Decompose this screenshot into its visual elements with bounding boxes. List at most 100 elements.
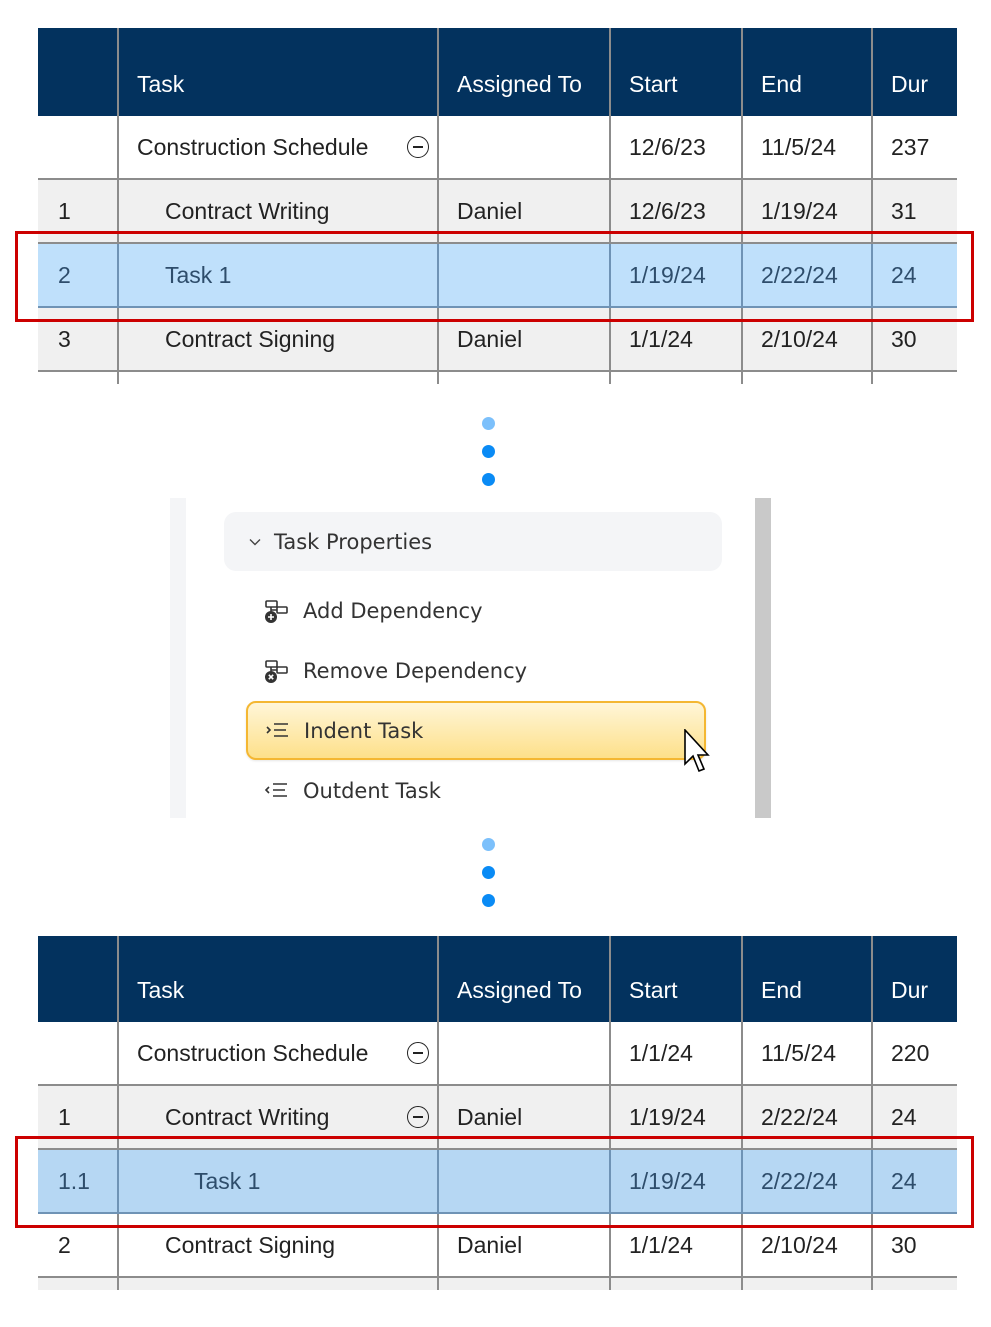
dur-cell[interactable]: 31	[872, 179, 957, 244]
task-cell[interactable]: Task 1	[118, 242, 439, 308]
task-cell[interactable]: Construction Schedule	[118, 116, 439, 180]
row-id	[38, 116, 119, 180]
collapse-icon[interactable]	[407, 1042, 429, 1064]
stub-cell	[438, 1277, 611, 1290]
column-header-id[interactable]	[38, 936, 119, 1022]
assigned-cell[interactable]: Daniel	[438, 307, 611, 372]
indent-icon	[266, 722, 288, 737]
table-row-selected[interactable]: 1.1 Task 1 1/19/24 2/22/24 24	[38, 1148, 957, 1214]
end-cell[interactable]: 1/19/24	[742, 179, 873, 244]
mouse-cursor-icon	[684, 729, 710, 773]
start-cell[interactable]: 1/1/24	[610, 307, 743, 372]
dur-cell[interactable]: 237	[872, 116, 957, 180]
task-cell[interactable]: Task 1	[118, 1148, 439, 1214]
end-cell[interactable]: 2/10/24	[742, 307, 873, 372]
stub-cell	[872, 371, 957, 384]
table-row[interactable]: Construction Schedule 12/6/23 11/5/24 23…	[38, 116, 957, 180]
chevron-down-icon	[249, 538, 261, 545]
stub-cell	[38, 371, 119, 384]
assigned-cell[interactable]: Daniel	[438, 1213, 611, 1278]
menu-item-label: Remove Dependency	[303, 659, 528, 683]
column-header-end[interactable]: End	[742, 936, 873, 1022]
stub-cell	[872, 1277, 957, 1290]
task-cell[interactable]: Contract Writing	[118, 1085, 439, 1150]
column-header-start[interactable]: Start	[610, 936, 743, 1022]
task-cell[interactable]: Contract Signing	[118, 1213, 439, 1278]
end-cell[interactable]: 2/22/24	[742, 1148, 873, 1214]
task-properties-panel: Task Properties Add Dependency Remove De…	[170, 498, 771, 818]
step-dot	[482, 894, 495, 907]
assigned-cell[interactable]: Daniel	[438, 179, 611, 244]
task-cell[interactable]: Construction Schedule	[118, 1022, 439, 1086]
table-row[interactable]: Construction Schedule 1/1/24 11/5/24 220	[38, 1022, 957, 1086]
column-header-assigned[interactable]: Assigned To	[438, 28, 611, 116]
stub-cell	[742, 371, 873, 384]
dur-cell[interactable]: 24	[872, 1148, 957, 1214]
stub-cell	[742, 1277, 873, 1290]
task-grid-after: Task Assigned To Start End Dur Construct…	[38, 936, 957, 1290]
step-indicator	[482, 838, 496, 922]
dur-cell[interactable]: 24	[872, 242, 957, 308]
menu-item-remove-dependency[interactable]: Remove Dependency	[247, 643, 705, 699]
stub-cell	[610, 1277, 743, 1290]
dur-cell[interactable]: 30	[872, 1213, 957, 1278]
menu-item-indent-task[interactable]: Indent Task	[246, 701, 706, 760]
start-cell[interactable]: 1/1/24	[610, 1213, 743, 1278]
start-cell[interactable]: 1/19/24	[610, 1085, 743, 1150]
assigned-cell[interactable]	[438, 1022, 611, 1086]
step-dot	[482, 445, 495, 458]
task-name: Construction Schedule	[137, 133, 369, 160]
row-id: 1	[38, 179, 119, 244]
grid-header: Task Assigned To Start End Dur	[38, 28, 957, 116]
end-cell[interactable]: 11/5/24	[742, 116, 873, 180]
start-cell[interactable]: 12/6/23	[610, 116, 743, 180]
assigned-cell[interactable]: Daniel	[438, 1085, 611, 1150]
assigned-cell[interactable]	[438, 242, 611, 308]
end-cell[interactable]: 2/22/24	[742, 242, 873, 308]
stub-cell	[438, 371, 611, 384]
column-header-task[interactable]: Task	[118, 28, 439, 116]
assigned-cell[interactable]	[438, 1148, 611, 1214]
end-cell[interactable]: 11/5/24	[742, 1022, 873, 1086]
dur-cell[interactable]: 30	[872, 307, 957, 372]
start-cell[interactable]: 12/6/23	[610, 179, 743, 244]
dur-cell[interactable]: 24	[872, 1085, 957, 1150]
start-cell[interactable]: 1/19/24	[610, 1148, 743, 1214]
column-header-start[interactable]: Start	[610, 28, 743, 116]
task-name: Construction Schedule	[137, 1039, 369, 1066]
task-name: Contract Writing	[165, 1103, 330, 1130]
stub-cell	[610, 371, 743, 384]
column-header-task[interactable]: Task	[118, 936, 439, 1022]
column-header-assigned[interactable]: Assigned To	[438, 936, 611, 1022]
start-cell[interactable]: 1/19/24	[610, 242, 743, 308]
assigned-cell[interactable]	[438, 116, 611, 180]
menu-item-label: Add Dependency	[303, 599, 483, 623]
column-header-end[interactable]: End	[742, 28, 873, 116]
dur-cell[interactable]: 220	[872, 1022, 957, 1086]
table-row[interactable]: 1 Contract Writing Daniel 12/6/23 1/19/2…	[38, 179, 957, 244]
table-row-selected[interactable]: 2 Task 1 1/19/24 2/22/24 24	[38, 242, 957, 308]
step-dot	[482, 838, 495, 851]
section-header-task-properties[interactable]: Task Properties	[224, 512, 722, 571]
menu-item-outdent-task[interactable]: Outdent Task	[247, 763, 705, 819]
end-cell[interactable]: 2/22/24	[742, 1085, 873, 1150]
step-dot	[482, 417, 495, 430]
menu-item-add-dependency[interactable]: Add Dependency	[247, 583, 705, 639]
end-cell[interactable]: 2/10/24	[742, 1213, 873, 1278]
column-header-dur[interactable]: Dur	[872, 936, 957, 1022]
menu-item-label: Outdent Task	[303, 779, 441, 803]
task-cell[interactable]: Contract Writing	[118, 179, 439, 244]
task-cell[interactable]: Contract Signing	[118, 307, 439, 372]
table-row[interactable]: 1 Contract Writing Daniel 1/19/24 2/22/2…	[38, 1085, 957, 1150]
column-header-dur[interactable]: Dur	[872, 28, 957, 116]
table-row[interactable]: 3 Contract Signing Daniel 1/1/24 2/10/24…	[38, 307, 957, 372]
column-header-id[interactable]	[38, 28, 119, 116]
collapse-icon[interactable]	[407, 136, 429, 158]
table-row[interactable]: 2 Contract Signing Daniel 1/1/24 2/10/24…	[38, 1213, 957, 1278]
step-dot	[482, 473, 495, 486]
start-cell[interactable]: 1/1/24	[610, 1022, 743, 1086]
row-id	[38, 1022, 119, 1086]
collapse-icon[interactable]	[407, 1106, 429, 1128]
scrollbar[interactable]	[755, 498, 771, 818]
step-dot	[482, 866, 495, 879]
